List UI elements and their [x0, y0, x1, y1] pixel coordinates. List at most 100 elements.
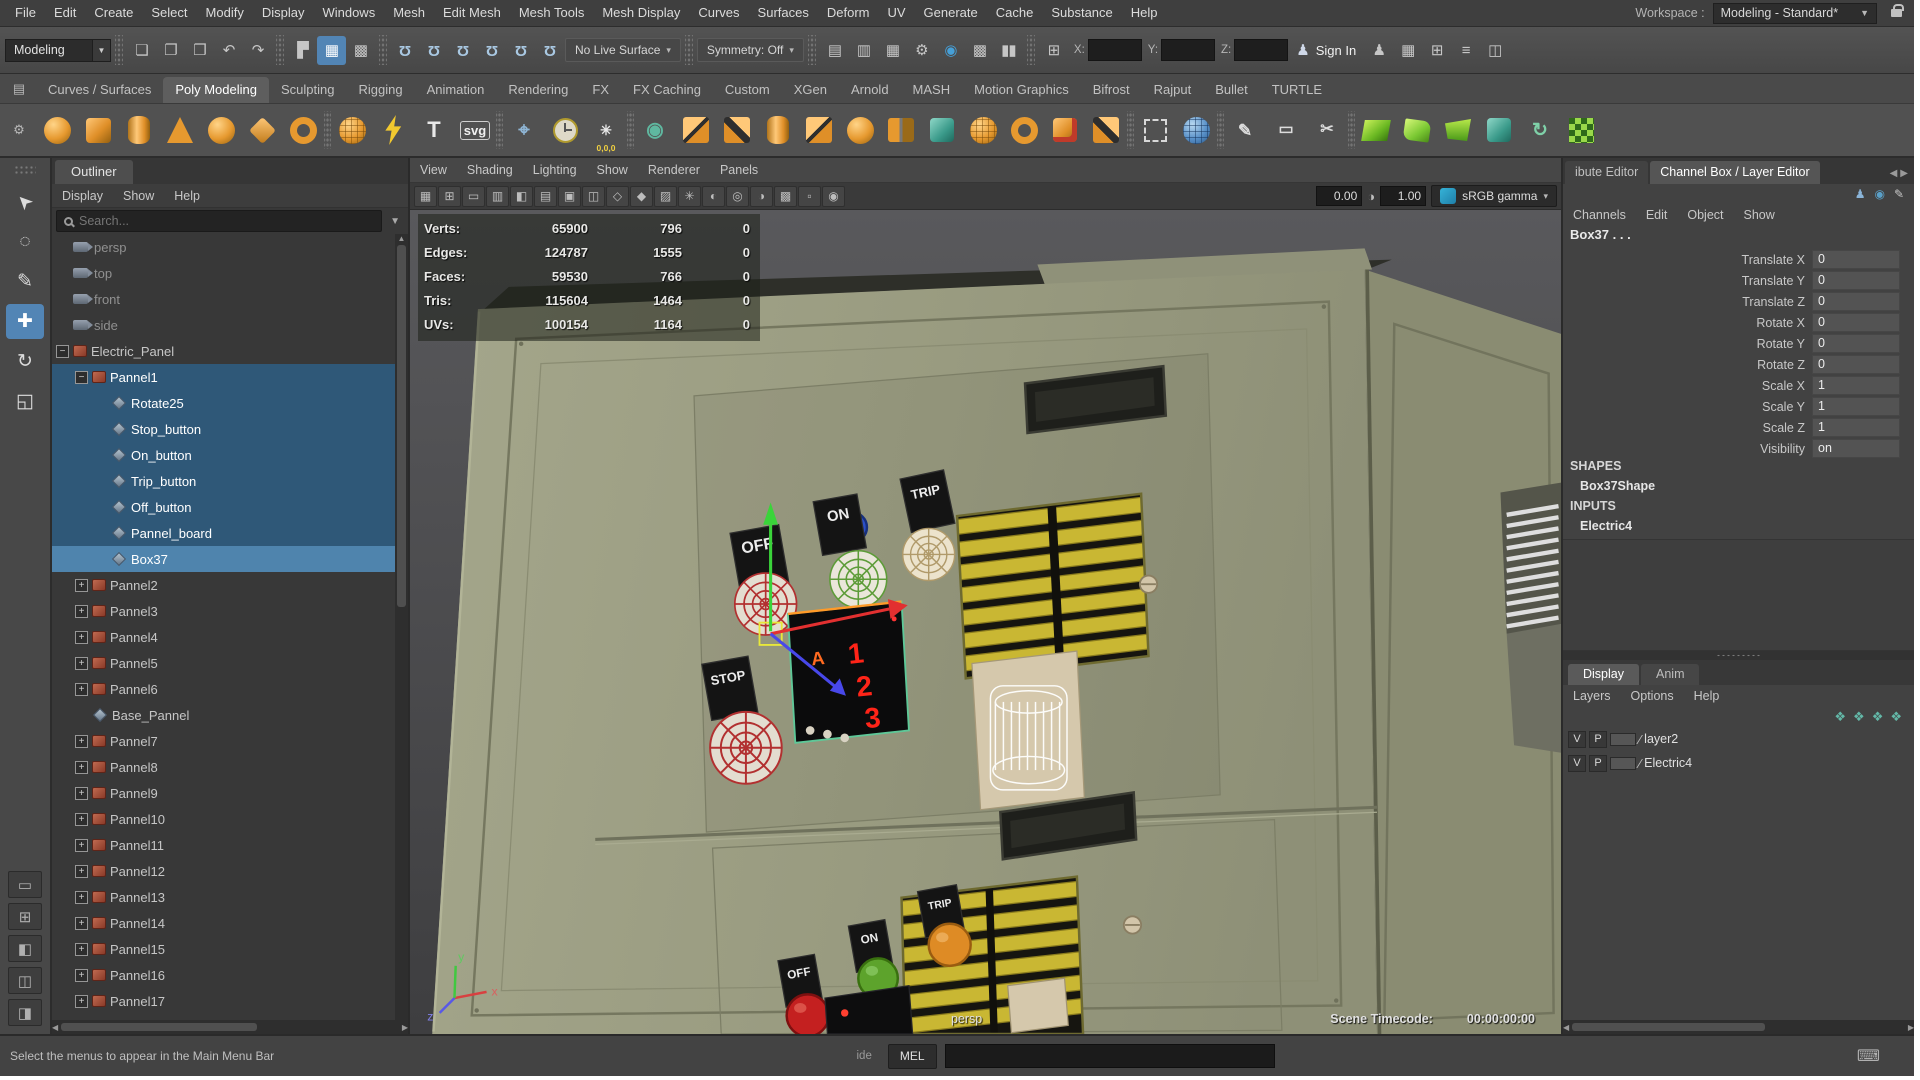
align-tools-icon[interactable]: ⊞ [1422, 36, 1451, 65]
channelbox-menu-channels[interactable]: Channels [1563, 208, 1636, 222]
gate-mask-icon[interactable]: ◧ [510, 185, 533, 207]
trip-button-wireframe[interactable] [902, 527, 956, 582]
menu-surfaces[interactable]: Surfaces [749, 0, 818, 26]
move-layer-up-icon[interactable]: ❖ [1834, 709, 1846, 725]
shelf-tab-rendering[interactable]: Rendering [496, 77, 580, 103]
shelf-options-icon[interactable]: ⚙ [13, 122, 25, 138]
outliner-item-rotate25[interactable]: Rotate25 [52, 390, 395, 416]
ipr-render-icon[interactable]: ▦ [878, 36, 907, 65]
tab-scroll-right-icon[interactable]: ▶ [1900, 168, 1908, 179]
outliner-item-top[interactable]: top [52, 260, 395, 286]
outliner-item-side[interactable]: side [52, 312, 395, 338]
outliner-menu-help[interactable]: Help [164, 189, 210, 203]
gamma-field[interactable] [1380, 186, 1427, 206]
panel-menu-panels[interactable]: Panels [710, 163, 768, 177]
channel-value[interactable]: 1 [1812, 418, 1900, 437]
search-field[interactable] [56, 210, 383, 232]
outliner-item-stop-button[interactable]: Stop_button [52, 416, 395, 442]
expand-icon[interactable]: + [75, 630, 88, 644]
lasso-tool[interactable]: ◌ [6, 224, 44, 259]
snap-to-point-icon[interactable]: Ω [449, 36, 478, 65]
open-scene-icon[interactable]: ❐ [156, 36, 185, 65]
xray-mode-icon[interactable]: ▫ [798, 185, 821, 207]
expand-icon[interactable]: + [75, 812, 88, 826]
menu-mesh-display[interactable]: Mesh Display [593, 0, 689, 26]
move-tool[interactable]: ✚ [6, 304, 44, 339]
expand-icon[interactable]: + [75, 734, 88, 748]
layout-four-pane[interactable]: ⊞ [8, 903, 42, 930]
layer-playback-toggle[interactable]: P [1589, 730, 1607, 748]
layer-menu-options[interactable]: Options [1621, 689, 1684, 703]
layer-playback-toggle[interactable]: P [1589, 754, 1607, 772]
channels-speed-icon[interactable]: ♟ [1855, 187, 1866, 201]
channelbox-menu-object[interactable]: Object [1677, 208, 1733, 222]
shelf-boolean-difference[interactable] [717, 107, 757, 153]
shelf-poly-torus[interactable] [283, 107, 323, 153]
shelf-quad-patch[interactable] [1356, 107, 1396, 153]
toolbar-grip[interactable] [684, 35, 693, 65]
shelf-smooth-mesh[interactable] [840, 107, 880, 153]
shelf-reset-transform-clock[interactable] [545, 107, 585, 153]
outliner-item-pannel13[interactable]: + Pannel13 [52, 884, 395, 910]
save-scene-icon[interactable]: ❒ [185, 36, 214, 65]
menu-curves[interactable]: Curves [689, 0, 748, 26]
make-object-live-icon[interactable]: Ω [536, 36, 565, 65]
toolbar-grip[interactable] [115, 35, 123, 65]
layer-visible-toggle[interactable]: V [1568, 754, 1586, 772]
shelf-extrude-faces[interactable] [758, 107, 798, 153]
panel-menu-show[interactable]: Show [587, 163, 638, 177]
outliner-item-pannel12[interactable]: + Pannel12 [52, 858, 395, 884]
channel-value[interactable]: on [1812, 439, 1900, 458]
menu-windows[interactable]: Windows [313, 0, 384, 26]
channels-precision-icon[interactable]: ✎ [1894, 187, 1904, 201]
z-coord-input[interactable] [1234, 39, 1289, 61]
viewport-scene[interactable]: OFF ON TRIP OFF ON TRIP STOP A 1 2 3 x y… [410, 210, 1561, 1034]
shape-node-name[interactable]: Box37Shape [1563, 479, 1914, 499]
light-editor-icon[interactable]: ▩ [965, 36, 994, 65]
open-render-view-icon[interactable]: ▤ [820, 36, 849, 65]
layout-hypershade-persp[interactable]: ◫ [8, 967, 42, 994]
menu-create[interactable]: Create [85, 0, 142, 26]
box37-object[interactable] [971, 650, 1085, 811]
search-input[interactable] [79, 214, 375, 228]
menu-generate[interactable]: Generate [915, 0, 987, 26]
move-layer-down-icon[interactable]: ❖ [1853, 709, 1865, 725]
expand-icon[interactable]: + [75, 786, 88, 800]
hinge-knob-lower[interactable] [1122, 915, 1143, 935]
menu-set-arrow[interactable]: ▼ [93, 38, 111, 62]
menu-edit[interactable]: Edit [45, 0, 85, 26]
expand-icon[interactable]: + [75, 760, 88, 774]
shelf-tab-bullet[interactable]: Bullet [1203, 77, 1260, 103]
shelf-tab-arnold[interactable]: Arnold [839, 77, 901, 103]
expand-icon[interactable]: + [75, 838, 88, 852]
render-settings-icon[interactable]: ⚙ [907, 36, 936, 65]
colorspace-select[interactable]: sRGB gamma ▾ [1431, 185, 1557, 207]
shelf-tab-poly-modeling[interactable]: Poly Modeling [163, 77, 269, 103]
layer-menu-help[interactable]: Help [1684, 689, 1730, 703]
outliner-item-pannel10[interactable]: + Pannel10 [52, 806, 395, 832]
select-by-component-icon[interactable]: ▩ [346, 36, 375, 65]
outliner-item-pannel4[interactable]: + Pannel4 [52, 624, 395, 650]
channel-value[interactable]: 0 [1812, 271, 1900, 290]
outliner-item-persp[interactable]: persp [52, 234, 395, 260]
expand-icon[interactable]: + [75, 968, 88, 982]
undo-icon[interactable]: ↶ [214, 36, 243, 65]
symmetry-select[interactable]: Symmetry: Off ▾ [696, 38, 804, 62]
shelf-poly-pyramid[interactable] [242, 107, 282, 153]
toolbar-grip[interactable] [1026, 35, 1035, 65]
shelf-checker-pattern[interactable] [1561, 107, 1601, 153]
select-by-hierarchy-icon[interactable]: ▛ [288, 36, 317, 65]
create-empty-layer-icon[interactable]: ❖ [1872, 709, 1884, 725]
scrollbar-thumb[interactable] [61, 1023, 257, 1031]
exposure-field[interactable] [1316, 186, 1363, 206]
outliner-item-pannel15[interactable]: + Pannel15 [52, 936, 395, 962]
shadows-toggle-icon[interactable]: ◐ [702, 185, 725, 207]
menu-edit-mesh[interactable]: Edit Mesh [434, 0, 510, 26]
shelf-poly-sphere[interactable] [37, 107, 77, 153]
layer-row-layer2[interactable]: V P ∕ layer2 [1563, 727, 1914, 751]
paint-select-tool[interactable]: ✎ [6, 264, 44, 299]
layer-color-chip[interactable] [1610, 732, 1636, 746]
shelf-quad-draw-tool[interactable] [1045, 107, 1085, 153]
channels-hyperbolic-icon[interactable]: ◉ [1874, 187, 1884, 201]
tab-scroll-left-icon[interactable]: ◀ [1890, 168, 1898, 179]
